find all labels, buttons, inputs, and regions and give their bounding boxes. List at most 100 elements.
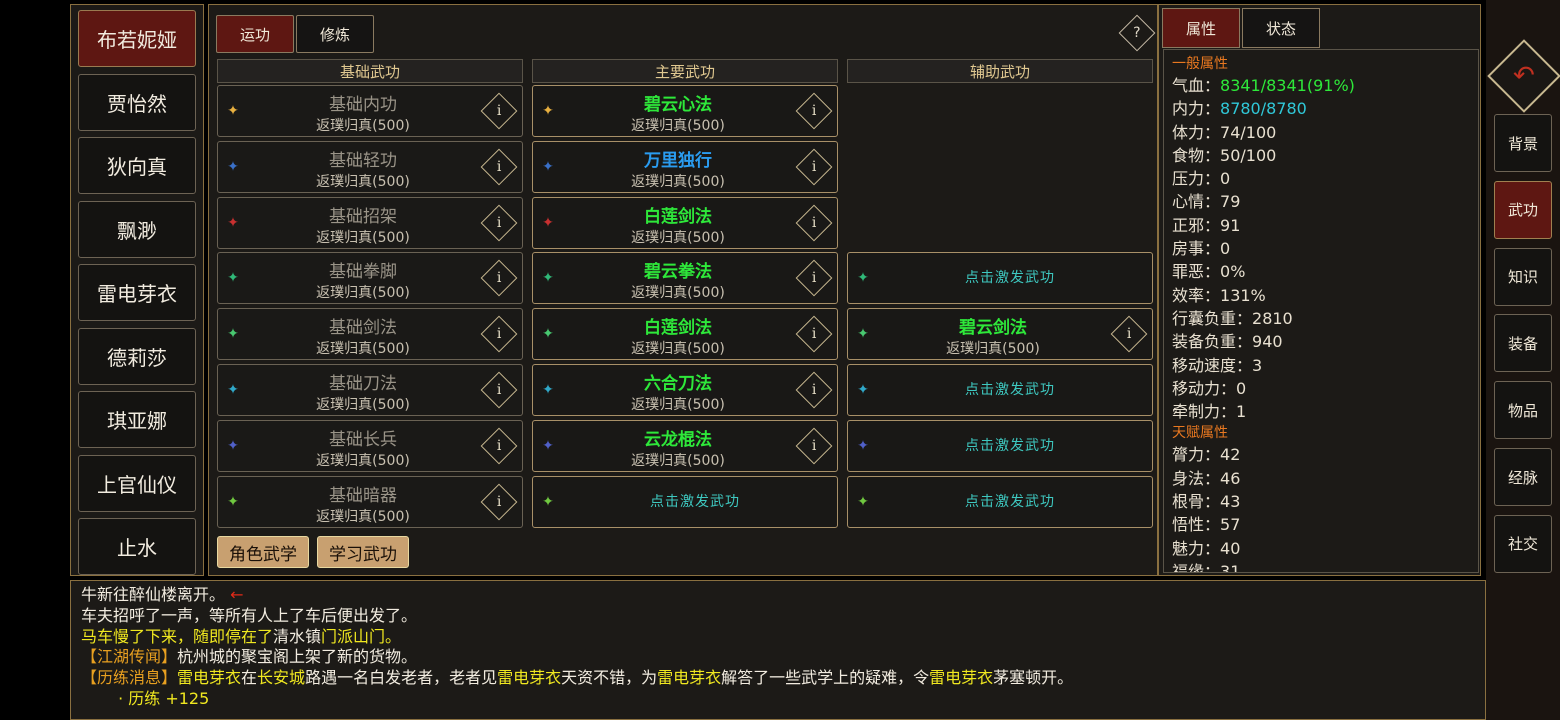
martial-slot-basic[interactable]: ✦ 基础拳脚 返璞归真(500) i: [217, 252, 523, 305]
stat-value: 74/100: [1220, 122, 1277, 142]
info-icon[interactable]: i: [480, 260, 518, 297]
character-button[interactable]: 布若妮娅: [78, 10, 196, 67]
martial-skill-icon: ✦: [857, 493, 869, 510]
martial-slot-basic[interactable]: ✦ 基础轻功 返璞归真(500) i: [217, 140, 523, 193]
info-glyph: i: [811, 214, 817, 231]
nav-button[interactable]: 物品: [1494, 381, 1552, 440]
tab-attributes[interactable]: 属性: [1162, 8, 1240, 48]
info-glyph: i: [811, 102, 817, 119]
info-glyph: i: [811, 326, 817, 343]
stat-row: 行囊负重：2810: [1172, 307, 1470, 330]
martial-slot-main[interactable]: ✦ 白莲剑法 返璞归真(500) i: [532, 308, 838, 361]
martial-slot-main[interactable]: ✦ 白莲剑法 返璞归真(500) i: [532, 196, 838, 249]
character-button[interactable]: 狄向真: [78, 137, 196, 194]
character-button[interactable]: 琪亚娜: [78, 391, 196, 448]
martial-slot-aux[interactable]: ✦ 点击激发武功: [847, 364, 1153, 416]
martial-slot-basic[interactable]: ✦ 基础暗器 返璞归真(500) i: [217, 475, 523, 528]
stat-label: 移动力：: [1172, 378, 1237, 398]
martial-slot-main[interactable]: ✦ 碧云心法 返璞归真(500) i: [532, 85, 838, 137]
martial-slot-main[interactable]: ✦ 碧云拳法 返璞归真(500) i: [532, 252, 838, 305]
log-segment: 解答了一些武学上的疑难，令: [721, 668, 930, 688]
nav-button[interactable]: 武功: [1494, 180, 1552, 239]
martial-slot-aux[interactable]: ✦ 点击激发武功: [847, 252, 1153, 305]
stat-value: 8341/8341(91%): [1220, 76, 1355, 95]
martial-slot-main[interactable]: ✦ 云龙棍法 返璞归真(500) i: [532, 419, 838, 472]
stat-label: 气血：: [1172, 76, 1221, 95]
martial-slot-aux[interactable]: ✦ 点击激发武功: [847, 475, 1153, 528]
info-icon[interactable]: i: [480, 371, 518, 409]
stats-list[interactable]: 一般属性 气血：8341/8341(91%) 内力：8780/8780 体力：74/1…: [1163, 49, 1479, 573]
character-martial-button[interactable]: 角色武学: [217, 536, 309, 568]
info-icon[interactable]: i: [480, 92, 518, 130]
info-icon[interactable]: i: [795, 427, 833, 465]
nav-button[interactable]: 知识: [1494, 247, 1552, 306]
skill-name: 六合刀法: [644, 374, 712, 394]
tab-xiulian[interactable]: 修炼: [296, 15, 374, 53]
martial-slot-basic[interactable]: ✦ 基础剑法 返璞归真(500) i: [217, 308, 523, 361]
info-icon[interactable]: i: [795, 92, 833, 130]
nav-button[interactable]: 经脉: [1494, 448, 1552, 506]
info-icon[interactable]: i: [480, 315, 518, 353]
martial-skill-icon: ✦: [227, 493, 239, 510]
help-icon[interactable]: ?: [1118, 14, 1156, 52]
log-segment: 长安城: [257, 668, 306, 688]
nav-button[interactable]: 社交: [1494, 514, 1552, 573]
character-button[interactable]: 止水: [78, 518, 196, 575]
character-button[interactable]: 贾怡然: [78, 73, 196, 131]
martial-slot-basic[interactable]: ✦ 基础长兵 返璞归真(500) i: [217, 419, 523, 472]
learn-martial-button[interactable]: 学习武功: [317, 536, 409, 568]
character-button[interactable]: 德莉莎: [78, 327, 196, 385]
info-icon[interactable]: i: [480, 148, 518, 186]
log-segment: 茅塞顿开。: [993, 668, 1074, 688]
stat-row: 房事：0: [1172, 237, 1470, 260]
general-attributes-title: 一般属性: [1172, 56, 1228, 72]
martial-skill-icon: ✦: [857, 326, 869, 343]
martial-slot-aux[interactable]: ✦ 点击激发武功: [847, 419, 1153, 472]
talent-label: 福缘：: [1172, 561, 1221, 573]
info-icon[interactable]: i: [795, 315, 833, 353]
info-icon[interactable]: i: [1110, 315, 1148, 353]
martial-skill-icon: ✦: [542, 270, 554, 287]
skill-level: 返璞归真(500): [316, 397, 410, 413]
info-icon[interactable]: i: [480, 204, 518, 241]
info-glyph: i: [496, 214, 502, 231]
info-icon[interactable]: i: [795, 204, 833, 241]
nav-button[interactable]: 背景: [1494, 114, 1552, 172]
info-icon[interactable]: i: [480, 483, 518, 520]
martial-slot-aux[interactable]: ✦ 碧云剑法 返璞归真(500) i: [847, 308, 1153, 361]
martial-slot-basic[interactable]: ✦ 基础招架 返璞归真(500) i: [217, 196, 523, 249]
side-navigation: ↶ 背景武功知识装备物品经脉社交: [1486, 0, 1560, 720]
martial-skill-icon: ✦: [542, 158, 554, 175]
talent-label: 身法：: [1172, 468, 1221, 488]
info-icon[interactable]: i: [795, 260, 833, 297]
martial-slot-main[interactable]: ✦ 点击激发武功: [532, 475, 838, 528]
martial-slot-basic[interactable]: ✦ 基础刀法 返璞归真(500) i: [217, 364, 523, 416]
column-header-main: 主要武功: [532, 59, 838, 83]
character-button[interactable]: 飘渺: [78, 200, 196, 258]
info-icon[interactable]: i: [795, 371, 833, 409]
stat-value: 2810: [1252, 308, 1293, 328]
info-icon[interactable]: i: [795, 148, 833, 186]
martial-slot-main[interactable]: ✦ 六合刀法 返璞归真(500) i: [532, 364, 838, 416]
skill-level: 返璞归真(500): [316, 173, 410, 190]
log-line: 牛新往醉仙楼离开。 ←: [81, 585, 1475, 606]
character-button[interactable]: 雷电芽衣: [78, 264, 196, 321]
log-segment: 【历练消息】: [81, 668, 178, 688]
stat-value: 0%: [1220, 262, 1246, 282]
nav-button[interactable]: 装备: [1494, 314, 1552, 373]
info-icon[interactable]: i: [480, 427, 518, 465]
help-glyph: ?: [1133, 25, 1141, 41]
activate-skill-prompt: 点击激发武功: [965, 437, 1055, 454]
back-button[interactable]: ↶: [1487, 39, 1560, 113]
stat-label: 正邪：: [1172, 215, 1221, 235]
talent-label: 根骨：: [1172, 492, 1221, 512]
character-button[interactable]: 上官仙仪: [78, 454, 196, 512]
message-log[interactable]: 牛新往醉仙楼离开。 ← 车夫招呼了一声，等所有人上了车后便出发了。 马车慢了下来，随…: [70, 580, 1486, 720]
martial-skill-icon: ✦: [542, 493, 554, 510]
martial-slot-main[interactable]: ✦ 万里独行 返璞归真(500) i: [532, 140, 838, 193]
tab-status[interactable]: 状态: [1242, 8, 1320, 48]
martial-slot-basic[interactable]: ✦ 基础内功 返璞归真(500) i: [217, 85, 523, 137]
tab-yungong[interactable]: 运功: [216, 15, 294, 53]
stat-row: 罪恶：0%: [1172, 260, 1470, 283]
skill-level: 返璞归真(500): [316, 508, 410, 525]
